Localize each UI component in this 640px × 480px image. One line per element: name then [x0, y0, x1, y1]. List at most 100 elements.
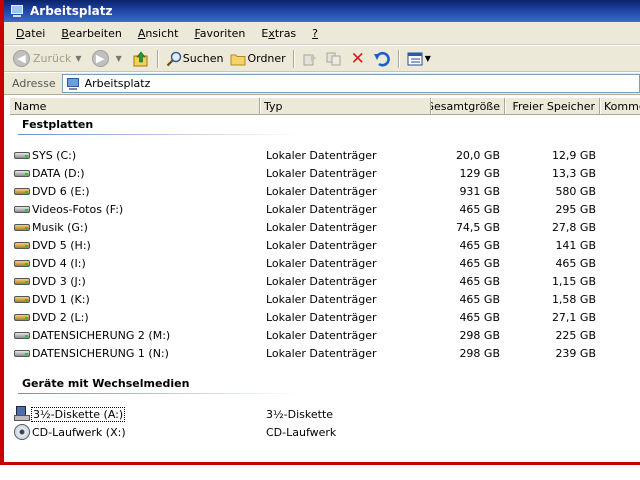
list-item[interactable]: DVD 2 (L:) Lokaler Datenträger 465 GB 27,1 … — [14, 308, 640, 326]
item-name: DVD 3 (J:) — [32, 274, 86, 288]
hard-drive-icon — [14, 167, 30, 179]
item-type: Lokaler Datenträger — [266, 274, 377, 288]
item-total-size: 298 GB — [459, 328, 500, 342]
music-drive-icon — [14, 275, 30, 287]
views-dropdown-icon[interactable]: ▼ — [425, 54, 431, 63]
item-name-cell: DATENSICHERUNG 1 (N:) — [14, 347, 266, 360]
item-name-cell: SYS (C:) — [14, 149, 266, 162]
item-total-size: 298 GB — [459, 346, 500, 360]
item-name-cell: DVD 1 (K:) — [14, 293, 266, 306]
address-field[interactable]: Arbeitsplatz — [61, 74, 640, 93]
item-name-cell: 3½-Diskette (A:) — [14, 406, 266, 422]
list-item[interactable]: DVD 3 (J:) Lokaler Datenträger 465 GB 1,15 … — [14, 272, 640, 290]
folder-icon — [229, 50, 247, 68]
list-item[interactable]: 3½-Diskette (A:) 3½-Diskette — [14, 405, 640, 423]
menu-favorites[interactable]: Favoriten — [186, 27, 253, 40]
address-bar: Adresse Arbeitsplatz — [4, 73, 640, 95]
item-total-size: 465 GB — [459, 292, 500, 306]
list-item[interactable]: DATENSICHERUNG 2 (M:) Lokaler Datenträger… — [14, 326, 640, 344]
delete-x-icon: ✕ — [350, 48, 365, 69]
list-item[interactable]: SYS (C:) Lokaler Datenträger 20,0 GB 12,9 G… — [14, 146, 640, 164]
item-type: Lokaler Datenträger — [266, 238, 377, 252]
forward-button[interactable]: ▶ ▼ — [89, 48, 129, 70]
item-name: Musik (G:) — [32, 220, 88, 234]
item-name-cell: DVD 5 (H:) — [14, 239, 266, 252]
back-label: Zurück — [33, 52, 72, 65]
views-button[interactable]: ▼ — [403, 48, 438, 70]
column-header-name[interactable]: Name — [10, 98, 260, 114]
menu-view[interactable]: Ansicht — [130, 27, 187, 40]
menu-help-label: ? — [312, 26, 319, 40]
hard-drive-icon — [14, 149, 30, 161]
column-header-type[interactable]: Typ — [260, 98, 431, 114]
item-type: 3½-Diskette — [266, 407, 334, 421]
item-total-size: 465 GB — [459, 310, 500, 324]
item-free-space: 141 GB — [555, 238, 596, 252]
toolbar: ◀ Zurück ▼ ▶ ▼ Suchen Ordner ✕ ▼ — [4, 46, 640, 72]
back-button[interactable]: ◀ Zurück ▼ — [10, 48, 89, 70]
column-header-free-space[interactable]: Freier Speicher — [505, 98, 600, 114]
toolbar-separator — [292, 49, 294, 68]
column-header-row: Name Typ Gesamtgröße Freier Speicher Kom… — [10, 98, 640, 115]
item-name: Videos-Fotos (F:) — [32, 202, 124, 216]
item-type: Lokaler Datenträger — [266, 310, 377, 324]
item-type: Lokaler Datenträger — [266, 220, 377, 234]
up-folder-icon — [132, 50, 150, 68]
hard-drive-icon — [14, 329, 30, 341]
title-bar[interactable]: Arbeitsplatz — [4, 0, 640, 22]
item-total-size: 129 GB — [459, 166, 500, 180]
move-to-button[interactable] — [298, 48, 322, 70]
list-item[interactable]: Musik (G:) Lokaler Datenträger 74,5 GB 27,8… — [14, 218, 640, 236]
list-item[interactable]: DATENSICHERUNG 1 (N:) Lokaler Datenträger… — [14, 344, 640, 362]
back-arrow-icon: ◀ — [13, 50, 30, 67]
item-total-size: 465 GB — [459, 202, 500, 216]
column-header-total-size[interactable]: Gesamtgröße — [431, 98, 505, 114]
back-dropdown-icon[interactable]: ▼ — [75, 54, 81, 63]
music-drive-icon — [14, 185, 30, 197]
item-free-space: 1,58 GB — [551, 292, 596, 306]
item-name: DVD 2 (L:) — [32, 310, 89, 324]
item-name-cell: DVD 4 (I:) — [14, 257, 266, 270]
menu-edit[interactable]: Bearbeiten — [53, 27, 129, 40]
list-item[interactable]: DVD 5 (H:) Lokaler Datenträger 465 GB 141 G… — [14, 236, 640, 254]
group-divider — [18, 393, 298, 394]
copy-to-button[interactable] — [322, 48, 346, 70]
floppy-icon — [14, 406, 30, 422]
item-free-space: 12,9 GB — [551, 148, 596, 162]
folders-button[interactable]: Ordner — [226, 48, 288, 70]
delete-button[interactable]: ✕ — [346, 48, 370, 70]
group-heading-hard-drives: Festplatten — [22, 118, 94, 131]
item-type: Lokaler Datenträger — [266, 202, 377, 216]
menu-tools[interactable]: Extras — [253, 27, 304, 40]
music-drive-icon — [14, 293, 30, 305]
item-name: DATENSICHERUNG 1 (N:) — [32, 346, 169, 360]
address-value: Arbeitsplatz — [84, 77, 151, 90]
menu-file[interactable]: Datei — [8, 27, 53, 40]
item-name-cell: CD-Laufwerk (X:) — [14, 424, 266, 440]
toolbar-separator — [397, 49, 399, 68]
item-name-cell: DATENSICHERUNG 2 (M:) — [14, 329, 266, 342]
forward-arrow-icon: ▶ — [91, 50, 109, 67]
undo-icon — [373, 50, 391, 68]
column-header-comment[interactable]: Kommentar — [600, 98, 640, 114]
item-free-space: 225 GB — [555, 328, 596, 342]
item-name-cell: DATA (D:) — [14, 167, 266, 180]
item-name: 3½-Diskette (A:) — [30, 406, 126, 422]
up-folder-button[interactable] — [129, 48, 153, 70]
search-button[interactable]: Suchen — [162, 48, 227, 70]
my-computer-icon — [10, 4, 24, 18]
list-item[interactable]: Videos-Fotos (F:) Lokaler Datenträger 465 … — [14, 200, 640, 218]
list-item[interactable]: DVD 4 (I:) Lokaler Datenträger 465 GB 465 G… — [14, 254, 640, 272]
list-item[interactable]: DATA (D:) Lokaler Datenträger 129 GB 13,3 G… — [14, 164, 640, 182]
list-item[interactable]: DVD 1 (K:) Lokaler Datenträger 465 GB 1,58 … — [14, 290, 640, 308]
item-name-cell: DVD 6 (E:) — [14, 185, 266, 198]
list-item[interactable]: DVD 6 (E:) Lokaler Datenträger 931 GB 580 G… — [14, 182, 640, 200]
item-type: Lokaler Datenträger — [266, 166, 377, 180]
item-free-space: 27,1 GB — [551, 310, 596, 324]
menu-edit-label: Bearbeiten — [61, 26, 122, 40]
list-item[interactable]: CD-Laufwerk (X:) CD-Laufwerk — [14, 423, 640, 441]
menu-help[interactable]: ? — [304, 27, 326, 40]
item-name: DVD 4 (I:) — [32, 256, 86, 270]
undo-button[interactable] — [370, 48, 394, 70]
forward-dropdown-icon[interactable]: ▼ — [116, 54, 122, 63]
